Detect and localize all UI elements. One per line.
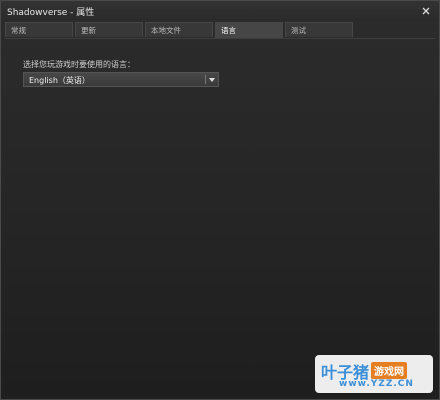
chevron-down-icon <box>209 78 215 82</box>
tab-betas[interactable]: 测试 <box>285 22 353 37</box>
language-prompt: 选择您玩游戏时要使用的语言： <box>23 60 135 69</box>
watermark-tag: 游戏网 <box>371 362 407 379</box>
title-bar: Shadowverse - 属性 <box>1 1 439 21</box>
language-select-value: English（英语） <box>29 76 90 85</box>
tab-content-panel: 选择您玩游戏时要使用的语言： English（英语） <box>5 38 435 396</box>
tab-updates[interactable]: 更新 <box>75 22 143 37</box>
tab-general[interactable]: 常规 <box>5 22 73 37</box>
tab-local-files[interactable]: 本地文件 <box>145 22 213 37</box>
properties-window: Shadowverse - 属性 常规 更新 本地文件 语言 测试 选择您玩游戏… <box>0 0 440 400</box>
window-title: Shadowverse - 属性 <box>7 8 95 18</box>
language-select[interactable]: English（英语） <box>23 72 219 87</box>
watermark-logo: 叶子猪 游戏网 www.YZZ.CN <box>315 355 433 393</box>
close-button[interactable] <box>419 4 433 18</box>
tab-bar: 常规 更新 本地文件 语言 测试 <box>5 22 435 38</box>
tab-language[interactable]: 语言 <box>215 22 283 38</box>
select-divider <box>205 75 206 84</box>
close-icon <box>422 7 430 15</box>
watermark-url: www.YZZ.CN <box>339 379 414 389</box>
